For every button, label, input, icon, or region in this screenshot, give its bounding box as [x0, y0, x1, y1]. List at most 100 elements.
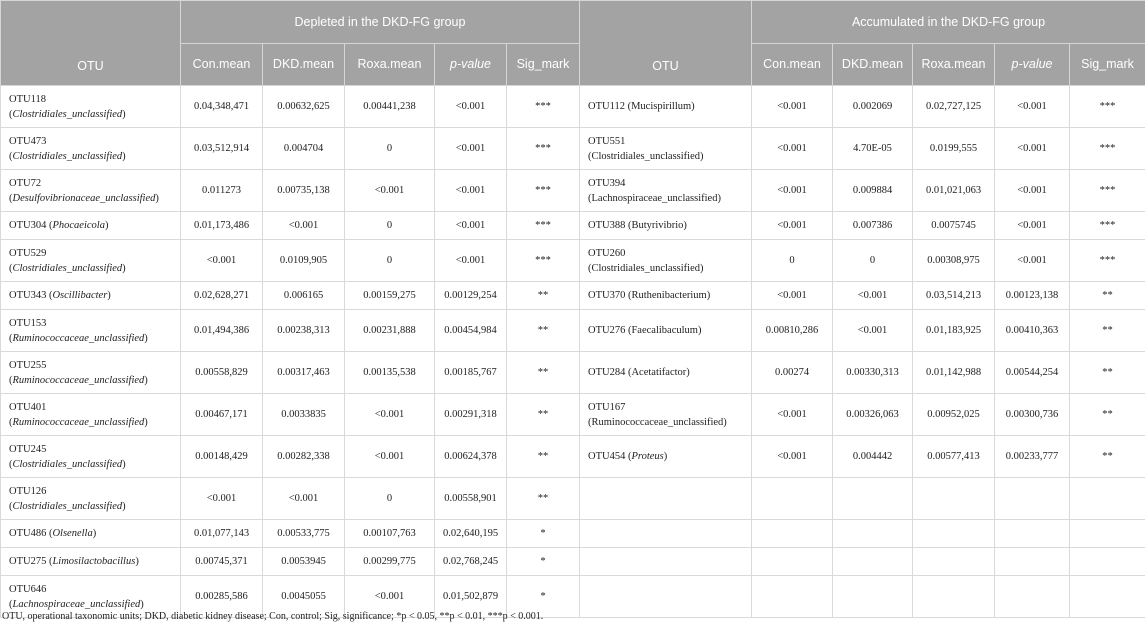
roxa-mean-cell: 0.02,727,125 — [912, 85, 995, 128]
otu-taxon: (Acetatifactor) — [625, 367, 690, 378]
otu-taxon: (Mucispirillum) — [624, 101, 695, 112]
otu-taxon: (Clostridiales_unclassified) — [9, 500, 126, 512]
sig-mark-cell — [1068, 575, 1145, 618]
otu-id: OTU255 — [9, 359, 47, 371]
otu-taxon-name: Clostridiales_unclassified — [591, 150, 700, 162]
p-value-cell: 0.02,640,195 — [434, 519, 507, 548]
dkd-mean-cell: 4.70E-05 — [832, 127, 913, 170]
otu-id: OTU529 — [9, 247, 47, 259]
roxa-mean-cell: 0.00159,275 — [344, 281, 435, 310]
p-value-cell: <0.001 — [434, 239, 507, 282]
otu-cell — [579, 477, 752, 520]
roxa-mean-cell — [912, 519, 995, 548]
dkd-mean-cell: 0.00317,463 — [262, 351, 345, 394]
roxa-mean-cell: 0.00107,763 — [344, 519, 435, 548]
otu-taxon: (Limosilactobacillus) — [46, 556, 139, 567]
p-value-cell: <0.001 — [994, 239, 1070, 282]
otu-cell: OTU276 (Faecalibaculum) — [579, 309, 752, 352]
con-mean-cell: <0.001 — [180, 477, 263, 520]
con-mean-cell: 0.00467,171 — [180, 393, 263, 436]
otu-taxon: (Proteus) — [625, 451, 668, 462]
sig-mark-cell: *** — [1068, 85, 1145, 128]
p-value-cell: 0.00624,378 — [434, 435, 507, 478]
otu-taxon-name: Butyrivibrio — [631, 220, 684, 231]
roxa-mean-cell: 0.00135,538 — [344, 351, 435, 394]
p-letter: p-value — [1011, 57, 1053, 72]
dkd-mean-cell: 0.00533,775 — [262, 519, 345, 548]
table-row: OTU473 (Clostridiales_unclassified) 0.03,5… — [0, 127, 1145, 170]
otu-taxon: (Clostridiales_unclassified) — [9, 262, 126, 274]
otu-taxon-name: Ruminococcaceae_unclassified — [12, 416, 145, 428]
dkd-mean-cell: 0.006165 — [262, 281, 345, 310]
sig-mark-cell — [1068, 519, 1145, 548]
roxa-mean-cell: <0.001 — [344, 435, 435, 478]
sig-mark-cell: *** — [506, 169, 580, 212]
otu-taxon-name: Lachnospiraceae_unclassified — [12, 598, 141, 610]
otu-taxon-name: Ruthenibacterium — [631, 290, 707, 301]
otu-taxon: (Ruminococcaceae_unclassified) — [9, 332, 148, 344]
roxa-mean-cell: 0.01,021,063 — [912, 169, 995, 212]
sig-mark-cell: ** — [1068, 351, 1145, 394]
sig-mark-cell: * — [506, 519, 580, 548]
dkd-mean-cell: 0.00735,138 — [262, 169, 345, 212]
otu-table: OTU Depleted in the DKD-FG group OTU Acc… — [0, 0, 1145, 618]
sig-mark-cell: ** — [506, 477, 580, 520]
otu-taxon: (Clostridiales_unclassified) — [9, 150, 126, 162]
col-header-dkd-mean: DKD.mean — [832, 42, 913, 86]
p-value-cell: <0.001 — [434, 169, 507, 212]
roxa-mean-cell: <0.001 — [344, 393, 435, 436]
otu-id: OTU394 — [588, 177, 626, 189]
otu-taxon-name: Phocaeicola — [52, 220, 105, 231]
otu-id: OTU370 — [588, 290, 626, 301]
con-mean-cell: 0.03,512,914 — [180, 127, 263, 170]
con-mean-cell — [751, 547, 833, 576]
con-mean-cell: <0.001 — [751, 169, 833, 212]
con-mean-cell: 0.00558,829 — [180, 351, 263, 394]
otu-taxon: (Ruminococcaceae_unclassified) — [588, 416, 727, 428]
sig-mark-cell: *** — [1068, 127, 1145, 170]
con-mean-cell — [751, 575, 833, 618]
otu-taxon-name: Clostridiales_unclassified — [12, 500, 123, 512]
otu-taxon-name: Desulfovibrionaceae_unclassified — [12, 192, 156, 204]
con-mean-cell: <0.001 — [751, 211, 833, 240]
col-header-sig-mark: Sig_mark — [506, 42, 580, 86]
otu-id: OTU454 — [588, 451, 626, 462]
otu-taxon: (Desulfovibrionaceae_unclassified) — [9, 192, 159, 204]
roxa-mean-cell: 0 — [344, 127, 435, 170]
sig-mark-cell: ** — [506, 309, 580, 352]
otu-taxon: (Ruthenibacterium) — [625, 290, 711, 301]
col-header-roxa-mean: Roxa.mean — [912, 42, 995, 86]
roxa-mean-cell: 0.0199,555 — [912, 127, 995, 170]
sig-mark-cell: ** — [506, 351, 580, 394]
roxa-mean-cell — [912, 477, 995, 520]
p-value-cell: <0.001 — [434, 85, 507, 128]
p-value-cell — [994, 477, 1070, 520]
otu-taxon-name: Clostridiales_unclassified — [12, 150, 123, 162]
table-row: OTU118 (Clostridiales_unclassified) 0.04,3… — [0, 85, 1145, 128]
table-row: OTU255 (Ruminococcaceae_unclassified) 0.00… — [0, 351, 1145, 394]
otu-cell: OTU72 (Desulfovibrionaceae_unclassified) — [0, 169, 181, 212]
con-mean-cell: 0.00745,371 — [180, 547, 263, 576]
roxa-mean-cell: 0.00308,975 — [912, 239, 995, 282]
con-mean-cell: <0.001 — [751, 127, 833, 170]
group-header-accumulated: Accumulated in the DKD-FG group — [750, 0, 1145, 44]
con-mean-cell — [751, 519, 833, 548]
otu-table-container: OTU Depleted in the DKD-FG group OTU Acc… — [0, 0, 1145, 618]
p-value-cell: <0.001 — [434, 127, 507, 170]
sig-mark-cell: ** — [1068, 281, 1145, 310]
otu-cell: OTU370 (Ruthenibacterium) — [579, 281, 752, 310]
dkd-mean-cell: 0.009884 — [832, 169, 913, 212]
sig-mark-cell: *** — [1068, 169, 1145, 212]
p-value-cell: 0.00300,736 — [994, 393, 1070, 436]
otu-taxon: (Clostridiales_unclassified) — [9, 108, 126, 120]
col-header-sig-mark: Sig_mark — [1068, 42, 1145, 86]
sig-mark-cell: *** — [506, 127, 580, 170]
otu-id: OTU153 — [9, 317, 47, 329]
col-header-dkd-mean: DKD.mean — [262, 42, 345, 86]
roxa-mean-cell: 0.00441,238 — [344, 85, 435, 128]
con-mean-cell: 0.011273 — [180, 169, 263, 212]
dkd-mean-cell: 0.00238,313 — [262, 309, 345, 352]
otu-id: OTU486 — [9, 528, 47, 539]
con-mean-cell: 0.02,628,271 — [180, 281, 263, 310]
roxa-mean-cell: 0.00299,775 — [344, 547, 435, 576]
